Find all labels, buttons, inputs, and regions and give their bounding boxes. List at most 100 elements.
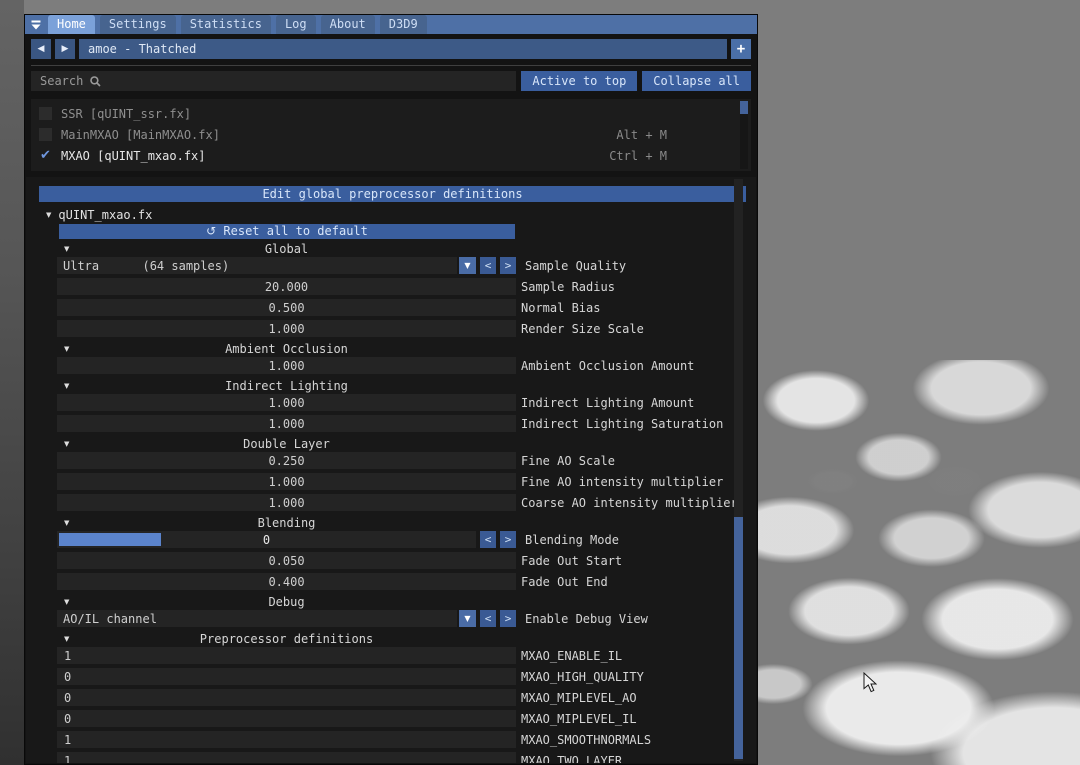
chevron-down-icon: ▼: [64, 440, 69, 448]
search-placeholder: Search: [40, 74, 83, 88]
setting-label: Fade Out End: [521, 575, 608, 589]
preset-name-field[interactable]: amoe - Thatched: [79, 39, 727, 59]
previous-preset-button[interactable]: ◀: [31, 39, 51, 59]
step-left-button[interactable]: <: [480, 257, 496, 274]
section-header-indirect-lighting[interactable]: ▼Indirect Lighting: [57, 378, 756, 393]
background-scene: [750, 360, 1080, 765]
collapse-all-button[interactable]: Collapse all: [642, 71, 751, 91]
collapse-window-icon[interactable]: [28, 15, 43, 34]
chevron-down-icon: ▼: [64, 345, 69, 353]
section-header-ambient-occlusion[interactable]: ▼Ambient Occlusion: [57, 341, 756, 356]
setting-label: Blending Mode: [525, 533, 619, 547]
combo-enable-debug-view[interactable]: AO/IL channel: [57, 610, 457, 627]
scrollbar-thumb[interactable]: [734, 517, 743, 759]
shader-row[interactable]: ✔MXAO [qUINT_mxao.fx]Ctrl + M: [31, 145, 751, 166]
setting-label: MXAO_MIPLEVEL_AO: [521, 691, 637, 705]
section-header-double-layer[interactable]: ▼Double Layer: [57, 436, 756, 451]
chevron-down-icon: ▼: [46, 211, 51, 219]
step-right-button[interactable]: >: [500, 257, 516, 274]
checkbox-unchecked[interactable]: [39, 128, 52, 141]
tab-about[interactable]: About: [321, 15, 375, 34]
setting-row-blending-mode: 0<> Blending Mode: [57, 531, 756, 548]
reshade-window: Home Settings Statistics Log About D3D9 ◀ ▶ a…: [24, 14, 758, 765]
setting-label: Sample Quality: [525, 259, 626, 273]
input-mxao-smoothnormals[interactable]: 1: [57, 731, 516, 748]
slider-value: 0: [57, 531, 476, 548]
scrollbar-thumb[interactable]: [740, 101, 748, 114]
input-mxao-enable-il[interactable]: 1: [57, 647, 516, 664]
search-input[interactable]: Search: [31, 71, 516, 91]
drag-indirect-lighting-saturation[interactable]: 1.000: [57, 415, 516, 432]
drag-render-size-scale[interactable]: 1.000: [57, 320, 516, 337]
input-mxao-high-quality[interactable]: 0: [57, 668, 516, 685]
setting-row-sample-radius: 20.000Sample Radius: [57, 278, 756, 295]
shader-file-label: qUINT_mxao.fx: [58, 208, 152, 222]
drag-normal-bias[interactable]: 0.500: [57, 299, 516, 316]
shader-shortcut: Ctrl + M: [609, 149, 667, 163]
setting-label: MXAO_TWO_LAYER: [521, 754, 622, 764]
step-right-button[interactable]: >: [500, 610, 516, 627]
combo-sample-quality[interactable]: Ultra (64 samples): [57, 257, 457, 274]
search-row: Search Active to top Collapse all: [31, 71, 751, 91]
section-header-blending[interactable]: ▼Blending: [57, 515, 756, 530]
setting-label: Render Size Scale: [521, 322, 644, 336]
setting-row-indirect-lighting-saturation: 1.000Indirect Lighting Saturation: [57, 415, 756, 432]
drag-fade-out-start[interactable]: 0.050: [57, 552, 516, 569]
settings-scrollbar[interactable]: [734, 179, 743, 761]
setting-label: Coarse AO intensity multiplier: [521, 496, 738, 510]
drag-coarse-ao-intensity-multiplier[interactable]: 1.000: [57, 494, 516, 511]
add-preset-button[interactable]: +: [731, 39, 751, 59]
step-left-button[interactable]: <: [480, 531, 496, 548]
checkbox-checked-icon[interactable]: ✔: [39, 149, 52, 162]
shader-name: SSR [qUINT_ssr.fx]: [61, 107, 191, 121]
shader-file-node[interactable]: ▼ qUINT_mxao.fx: [46, 208, 756, 222]
setting-label: MXAO_ENABLE_IL: [521, 649, 622, 663]
drag-fine-ao-intensity-multiplier[interactable]: 1.000: [57, 473, 516, 490]
setting-row-mxao-miplevel-ao: 0 MXAO_MIPLEVEL_AO: [57, 689, 756, 706]
input-mxao-miplevel-ao[interactable]: 0: [57, 689, 516, 706]
shader-shortcut: Alt + M: [616, 128, 667, 142]
separator: [31, 65, 751, 66]
edit-global-preprocessor-button[interactable]: Edit global preprocessor definitions: [39, 186, 746, 202]
tab-settings[interactable]: Settings: [100, 15, 176, 34]
input-mxao-miplevel-il[interactable]: 0: [57, 710, 516, 727]
shader-row[interactable]: MainMXAO [MainMXAO.fx] Alt + M: [31, 124, 751, 145]
step-left-button[interactable]: <: [480, 610, 496, 627]
setting-label: Ambient Occlusion Amount: [521, 359, 694, 373]
section-header-global[interactable]: ▼Global: [57, 241, 756, 256]
dropdown-button[interactable]: ▼: [459, 610, 476, 627]
input-mxao-two-layer[interactable]: 1: [57, 752, 516, 763]
tab-d3d9[interactable]: D3D9: [380, 15, 427, 34]
reset-label: Reset all to default: [223, 224, 368, 238]
section-title: Indirect Lighting: [57, 379, 516, 393]
next-preset-button[interactable]: ▶: [55, 39, 75, 59]
preset-bar: ◀ ▶ amoe - Thatched +: [31, 39, 751, 59]
tab-log[interactable]: Log: [276, 15, 316, 34]
settings-panel: Edit global preprocessor definitions ▼ q…: [26, 177, 756, 763]
section-header-debug[interactable]: ▼Debug: [57, 594, 756, 609]
slider-blending-mode[interactable]: 0: [57, 531, 476, 548]
tab-home[interactable]: Home: [48, 15, 95, 34]
active-to-top-button[interactable]: Active to top: [521, 71, 637, 91]
checkbox-unchecked[interactable]: [39, 107, 52, 120]
step-right-button[interactable]: >: [500, 531, 516, 548]
reset-all-button[interactable]: ↺ Reset all to default: [59, 224, 515, 239]
drag-indirect-lighting-amount[interactable]: 1.000: [57, 394, 516, 411]
search-icon: [90, 76, 101, 87]
dropdown-button[interactable]: ▼: [459, 257, 476, 274]
tab-bar: Home Settings Statistics Log About D3D9: [43, 15, 427, 34]
chevron-down-icon: ▼: [64, 598, 69, 606]
setting-row-sample-quality: Ultra (64 samples)▼<> Sample Quality: [57, 257, 756, 274]
section-header-preprocessor-definitions[interactable]: ▼Preprocessor definitions: [57, 631, 756, 646]
setting-label: MXAO_HIGH_QUALITY: [521, 670, 644, 684]
section-title: Preprocessor definitions: [57, 632, 516, 646]
drag-sample-radius[interactable]: 20.000: [57, 278, 516, 295]
drag-ambient-occlusion-amount[interactable]: 1.000: [57, 357, 516, 374]
shader-name: MainMXAO [MainMXAO.fx]: [61, 128, 220, 142]
shader-row[interactable]: SSR [qUINT_ssr.fx]: [31, 103, 751, 124]
drag-fine-ao-scale[interactable]: 0.250: [57, 452, 516, 469]
shader-list-scrollbar[interactable]: [740, 101, 748, 169]
tab-statistics[interactable]: Statistics: [181, 15, 271, 34]
setting-row-mxao-smoothnormals: 1MXAO_SMOOTHNORMALS: [57, 731, 756, 748]
drag-fade-out-end[interactable]: 0.400: [57, 573, 516, 590]
